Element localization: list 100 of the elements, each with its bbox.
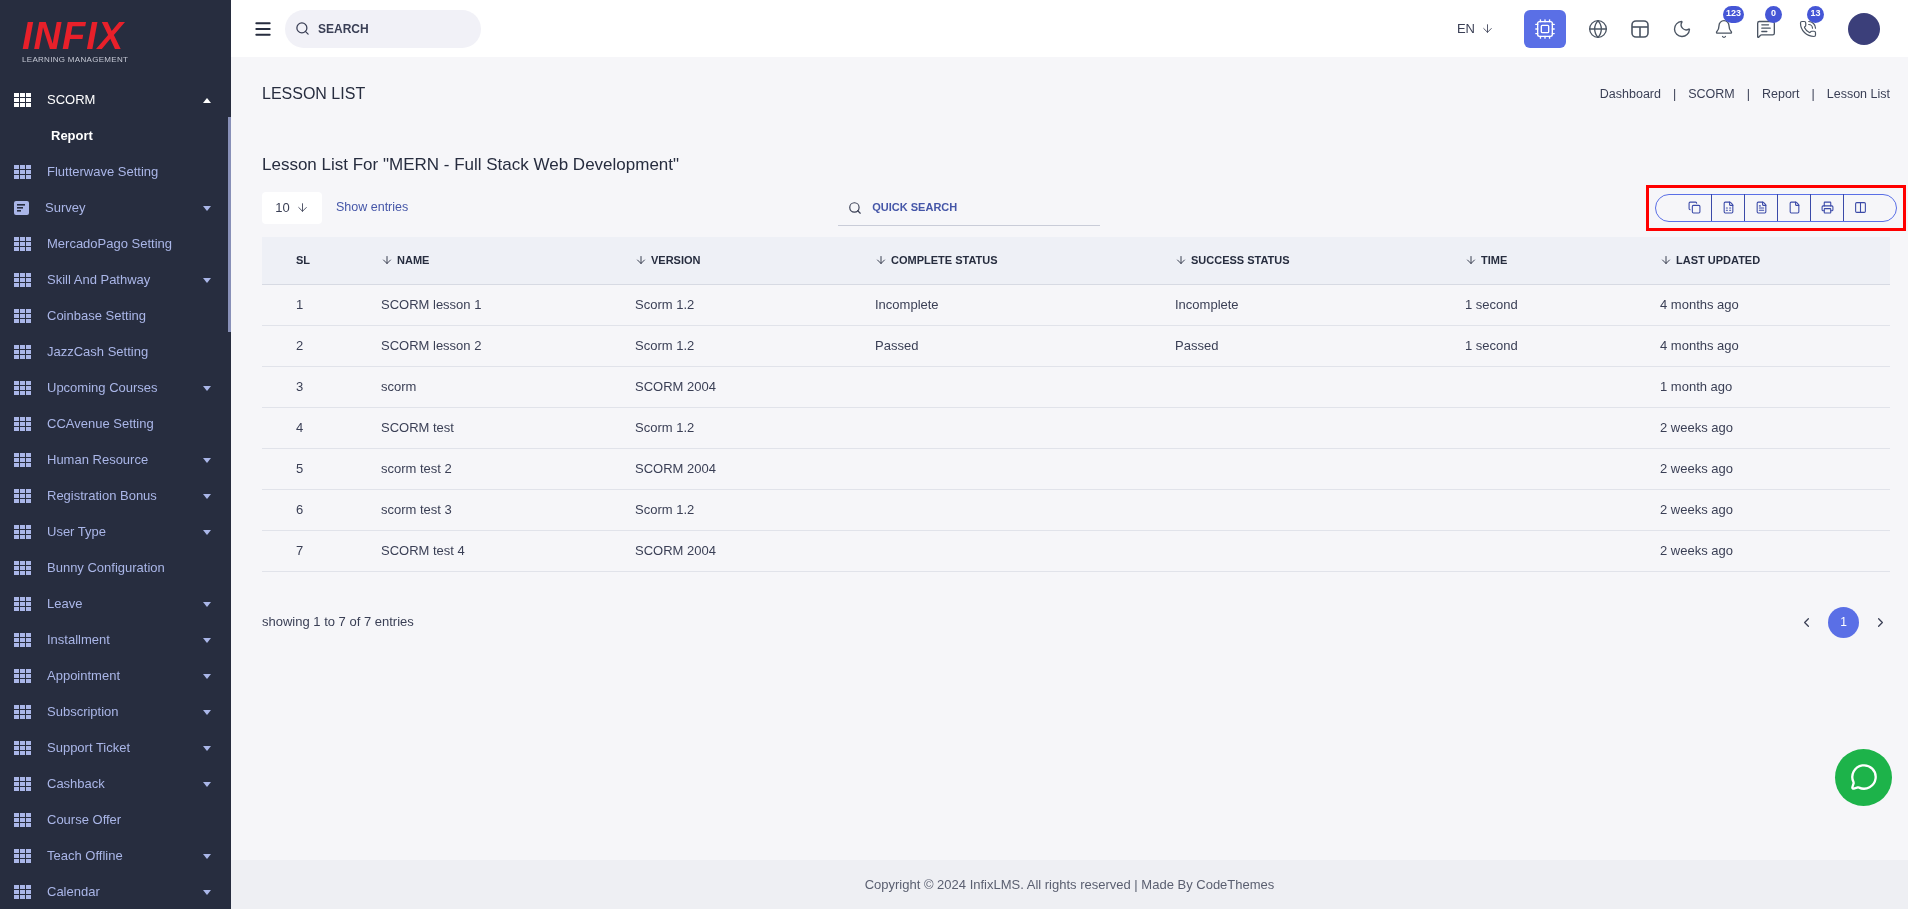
sidebar-item[interactable]: Coinbase Setting <box>0 298 231 334</box>
table-cell: SCORM test 4 <box>381 542 465 558</box>
table-cell: 2 weeks ago <box>1660 542 1733 558</box>
table-cell: SCORM lesson 1 <box>381 296 482 312</box>
arrow-down-icon <box>1481 22 1494 35</box>
page-title: LESSON LIST <box>262 84 366 104</box>
page-button[interactable]: 1 <box>1828 606 1859 638</box>
table-cell: scorm test 3 <box>381 501 452 517</box>
column-header[interactable]: TIME <box>1465 251 1660 269</box>
sidebar-item[interactable]: User Type <box>0 514 231 550</box>
moon-icon[interactable] <box>1672 18 1692 39</box>
table-cell: 2 weeks ago <box>1660 501 1733 517</box>
column-header[interactable]: SUCCESS STATUS <box>1175 251 1465 269</box>
sidebar-item[interactable]: MercadoPago Setting <box>0 226 231 262</box>
sidebar-item[interactable]: Survey <box>0 190 231 226</box>
chat-icon[interactable] <box>1756 18 1776 39</box>
column-header[interactable]: NAME <box>381 251 635 269</box>
globe-icon[interactable] <box>1588 18 1608 39</box>
grid-icon <box>14 489 31 503</box>
sidebar-item[interactable]: Registration Bonus <box>0 478 231 514</box>
table-cell: 3 <box>296 378 304 394</box>
sidebar-item[interactable]: Upcoming Courses <box>0 370 231 406</box>
count-badge: 123 <box>1723 5 1745 23</box>
caret-icon <box>203 889 211 895</box>
table-cell: 2 weeks ago <box>1660 460 1733 476</box>
sidebar-item[interactable]: Skill And Pathway <box>0 262 231 298</box>
sidebar-item[interactable]: Support Ticket <box>0 730 231 766</box>
sidebar-item[interactable]: Calendar <box>0 874 231 909</box>
table-cell: 1 second <box>1465 337 1518 353</box>
sidebar-item[interactable]: Appointment <box>0 658 231 694</box>
search-field[interactable]: SEARCH <box>285 9 481 48</box>
grid-icon <box>14 813 31 827</box>
chip-icon <box>1534 17 1556 40</box>
column-header[interactable]: VERSION <box>635 251 875 269</box>
column-header[interactable]: COMPLETE STATUS <box>875 251 1175 269</box>
breadcrumb-link[interactable]: SCORM <box>1688 84 1735 104</box>
caret-icon <box>203 385 211 391</box>
sidebar-item[interactable]: Course Offer <box>0 802 231 838</box>
table-cell: Scorm 1.2 <box>635 501 695 517</box>
copy-icon <box>1688 201 1701 214</box>
grid-icon <box>14 381 31 395</box>
spreadsheet-icon <box>1721 201 1735 214</box>
breadcrumb-link[interactable]: Report <box>1762 84 1800 104</box>
table-cell: 6 <box>296 501 304 517</box>
column-header[interactable]: LAST UPDATED <box>1660 251 1890 269</box>
table-cell: 5 <box>296 460 304 476</box>
whatsapp-button[interactable] <box>1835 748 1892 806</box>
breadcrumb-link[interactable]: Dashboard <box>1599 84 1661 104</box>
table-cell: 7 <box>296 542 304 558</box>
caret-icon <box>203 457 211 463</box>
sidebar-item[interactable]: SCORM <box>0 82 231 118</box>
layout-icon[interactable] <box>1630 18 1650 39</box>
document-icon <box>14 201 29 215</box>
table-cell: 2 weeks ago <box>1660 419 1733 435</box>
language-selector[interactable]: EN <box>1456 18 1494 39</box>
sidebar-item[interactable]: Subscription <box>0 694 231 730</box>
ai-button[interactable] <box>1524 9 1566 48</box>
quick-search-field[interactable]: QUICK SEARCH <box>838 189 1101 226</box>
sidebar-item[interactable]: JazzCash Setting <box>0 334 231 370</box>
grid-icon <box>14 93 31 107</box>
sidebar-item[interactable]: Flutterwave Setting <box>0 154 231 190</box>
logo-tagline: LEARNING MANAGEMENT <box>22 54 129 66</box>
grid-icon <box>14 705 31 719</box>
caret-icon <box>203 205 211 211</box>
sidebar-item[interactable]: CCAvenue Setting <box>0 406 231 442</box>
table-cell: Passed <box>1175 337 1219 353</box>
avatar[interactable] <box>1848 12 1880 45</box>
grid-icon <box>14 633 31 647</box>
columns-icon <box>1853 201 1867 214</box>
caret-icon <box>203 853 211 859</box>
bell-icon[interactable] <box>1714 18 1734 39</box>
scrollbar[interactable] <box>228 117 231 332</box>
count-badge: 13 <box>1807 5 1824 23</box>
sidebar-item[interactable]: Bunny Configuration <box>0 550 231 586</box>
table-cell: Scorm 1.2 <box>635 296 695 312</box>
sidebar-subitem[interactable]: Report <box>0 118 231 154</box>
table-cell: 4 months ago <box>1660 296 1739 312</box>
table-cell: 1 second <box>1465 296 1518 312</box>
breadcrumb-link[interactable]: Lesson List <box>1826 84 1890 104</box>
count-badge: 0 <box>1765 5 1782 23</box>
sidebar-item[interactable]: Cashback <box>0 766 231 802</box>
page-size-select[interactable]: 10 <box>262 191 322 224</box>
grid-icon <box>14 345 31 359</box>
table-cell: SCORM 2004 <box>635 378 716 394</box>
table-cell: 4 months ago <box>1660 337 1739 353</box>
grid-icon <box>14 453 31 467</box>
sidebar-item[interactable]: Leave <box>0 586 231 622</box>
sidebar-item[interactable]: Installment <box>0 622 231 658</box>
sidebar-item[interactable]: Teach Offline <box>0 838 231 874</box>
grid-icon <box>14 885 31 899</box>
caret-icon <box>203 745 211 751</box>
phone-icon[interactable] <box>1799 19 1817 38</box>
grid-icon <box>14 525 31 539</box>
column-header[interactable]: SL <box>262 251 381 269</box>
logo: INFIX <box>22 18 125 54</box>
print-icon <box>1820 201 1834 214</box>
caret-icon <box>203 529 211 535</box>
caret-icon <box>203 493 211 499</box>
sidebar-item[interactable]: Human Resource <box>0 442 231 478</box>
breadcrumb-separator: | <box>1672 85 1677 103</box>
